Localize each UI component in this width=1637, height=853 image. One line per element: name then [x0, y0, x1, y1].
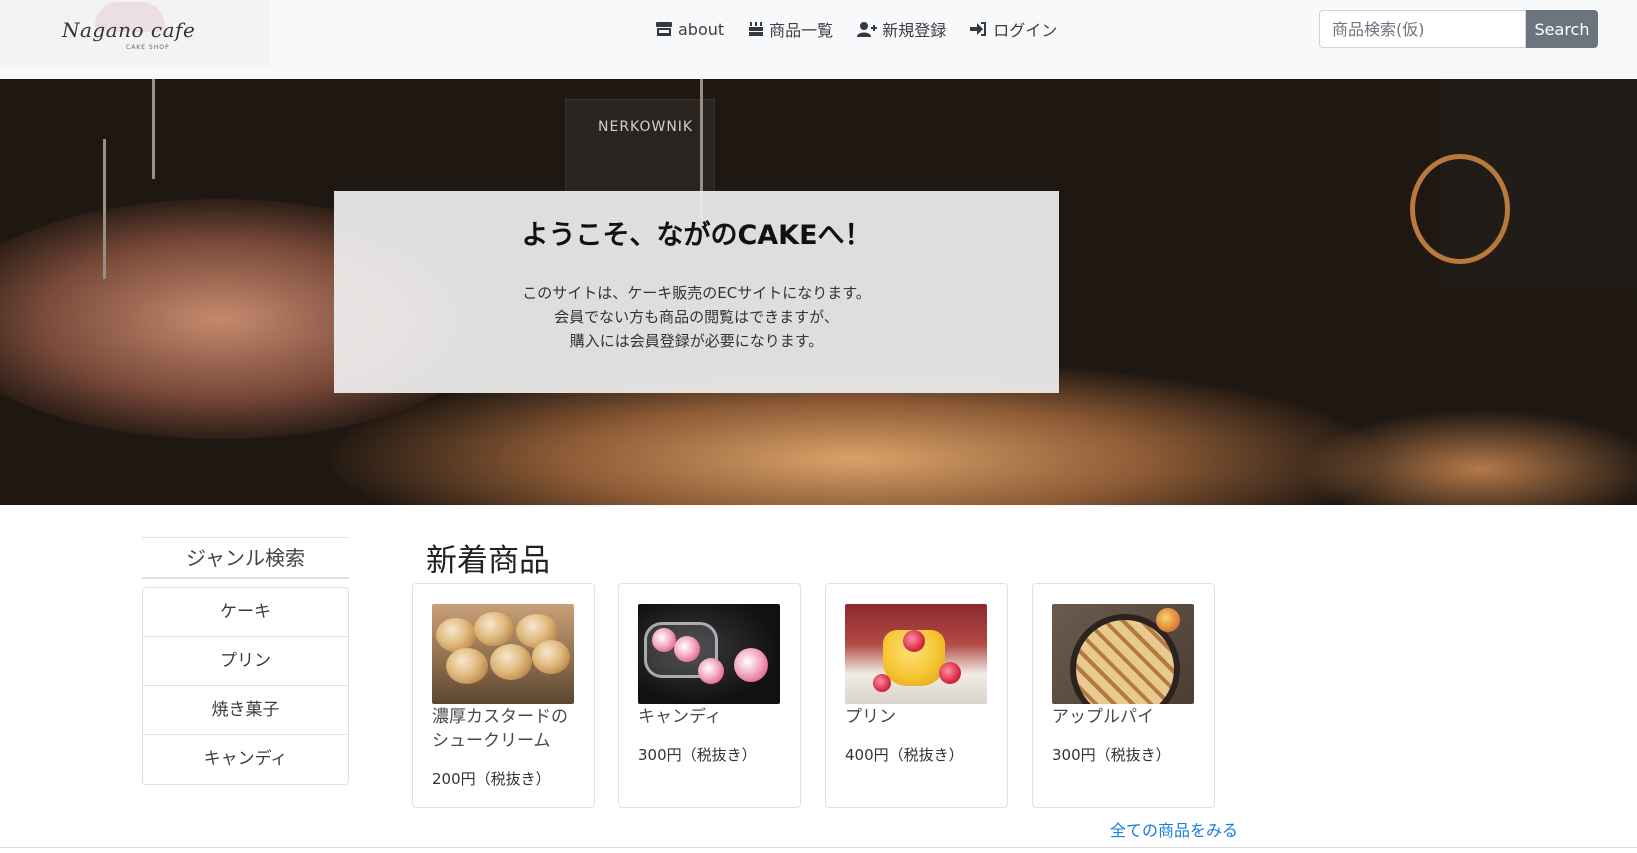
welcome-title: ようこそ、ながのCAKEへ！	[521, 220, 872, 251]
product-card[interactable]: 濃厚カスタードの シュークリーム 200円（税抜き）	[412, 583, 595, 808]
cream-puff-shape	[490, 644, 532, 680]
hero-sign-stick	[103, 139, 106, 279]
nav-login-label: ログイン	[993, 21, 1058, 40]
welcome-line: このサイトは、ケーキ販売のECサイトになります。	[522, 284, 871, 302]
site-logo[interactable]: Nagano cafe CAKE SHOP	[0, 0, 270, 67]
candy-shape	[734, 648, 768, 682]
hero-sign-ring	[1410, 154, 1510, 264]
hero-banner: NERKOWNIK ようこそ、ながのCAKEへ！ このサイトは、ケーキ販売のEC…	[0, 79, 1637, 505]
candy-shape	[674, 636, 700, 662]
logo-script-text: Nagano cafe	[62, 18, 196, 42]
cream-puff-shape	[532, 640, 570, 674]
main-nav: about 商品一覧 新規登録 ログイン	[655, 16, 1057, 42]
apple-shape	[1156, 608, 1180, 632]
product-name[interactable]: アップルパイ	[1052, 705, 1202, 729]
product-name-line: シュークリーム	[432, 731, 551, 751]
search-input[interactable]	[1319, 10, 1526, 48]
genre-item-cake[interactable]: ケーキ	[143, 588, 348, 637]
hero-sign-stick	[152, 79, 155, 179]
raspberry-shape	[873, 674, 891, 692]
footer-divider	[0, 847, 1637, 848]
product-image-pudding[interactable]	[845, 604, 987, 704]
navbar: Nagano cafe CAKE SHOP about 商品一覧 新規登録 ログ…	[0, 0, 1637, 79]
product-image-cream-puff[interactable]	[432, 604, 574, 704]
cream-puff-shape	[446, 648, 488, 684]
product-name[interactable]: キャンディ	[638, 705, 788, 729]
nav-products[interactable]: 商品一覧	[748, 17, 833, 41]
product-image-apple-pie[interactable]	[1052, 604, 1194, 704]
nav-login[interactable]: ログイン	[970, 17, 1057, 41]
sign-in-icon	[970, 22, 987, 36]
product-name[interactable]: プリン	[845, 705, 995, 729]
cake-icon	[749, 22, 764, 36]
store-icon	[656, 22, 672, 36]
product-price: 300円（税抜き）	[638, 746, 757, 764]
product-price: 200円（税抜き）	[432, 770, 551, 788]
welcome-line: 購入には会員登録が必要になります。	[569, 332, 824, 350]
welcome-text: このサイトは、ケーキ販売のECサイトになります。 会員でない方も商品の閲覧はでき…	[334, 281, 1059, 353]
genre-item-baked-sweets[interactable]: 焼き菓子	[143, 686, 348, 735]
user-plus-icon	[857, 22, 878, 37]
genre-item-candy[interactable]: キャンディ	[143, 735, 348, 784]
product-price: 400円（税抜き）	[845, 746, 964, 764]
search-button[interactable]: Search	[1526, 10, 1598, 48]
product-card[interactable]: アップルパイ 300円（税抜き）	[1032, 583, 1215, 808]
product-price: 300円（税抜き）	[1052, 746, 1171, 764]
genre-list: ケーキ プリン 焼き菓子 キャンディ	[142, 587, 349, 785]
cream-puff-shape	[436, 618, 476, 652]
cream-puff-shape	[474, 612, 514, 646]
nav-about[interactable]: about	[655, 20, 724, 39]
product-card[interactable]: キャンディ 300円（税抜き）	[618, 583, 801, 808]
nav-signup[interactable]: 新規登録	[857, 17, 946, 41]
product-name[interactable]: 濃厚カスタードの シュークリーム	[432, 705, 582, 753]
product-card[interactable]: プリン 400円（税抜き）	[825, 583, 1008, 808]
hero-cake-right	[1300, 409, 1637, 505]
nav-signup-label: 新規登録	[882, 21, 947, 40]
genre-search-heading: ジャンル検索	[142, 537, 349, 579]
product-image-candy[interactable]	[638, 604, 780, 704]
hero-sign-text: NERKOWNIK	[598, 119, 694, 135]
raspberry-shape	[903, 630, 925, 652]
raspberry-shape	[939, 662, 961, 684]
welcome-line: 会員でない方も商品の閲覧はできますが、	[554, 308, 839, 326]
new-items-heading: 新着商品	[426, 543, 550, 579]
candy-shape	[698, 658, 724, 684]
welcome-panel: ようこそ、ながのCAKEへ！ このサイトは、ケーキ販売のECサイトになります。 …	[334, 191, 1059, 393]
view-all-products-link[interactable]: 全ての商品をみる	[1110, 817, 1238, 841]
nav-about-label: about	[678, 19, 725, 39]
genre-item-pudding[interactable]: プリン	[143, 637, 348, 686]
candy-shape	[652, 628, 676, 652]
logo-subtitle: CAKE SHOP	[126, 44, 170, 51]
nav-products-label: 商品一覧	[769, 21, 834, 40]
product-name-line: 濃厚カスタードの	[432, 707, 568, 727]
